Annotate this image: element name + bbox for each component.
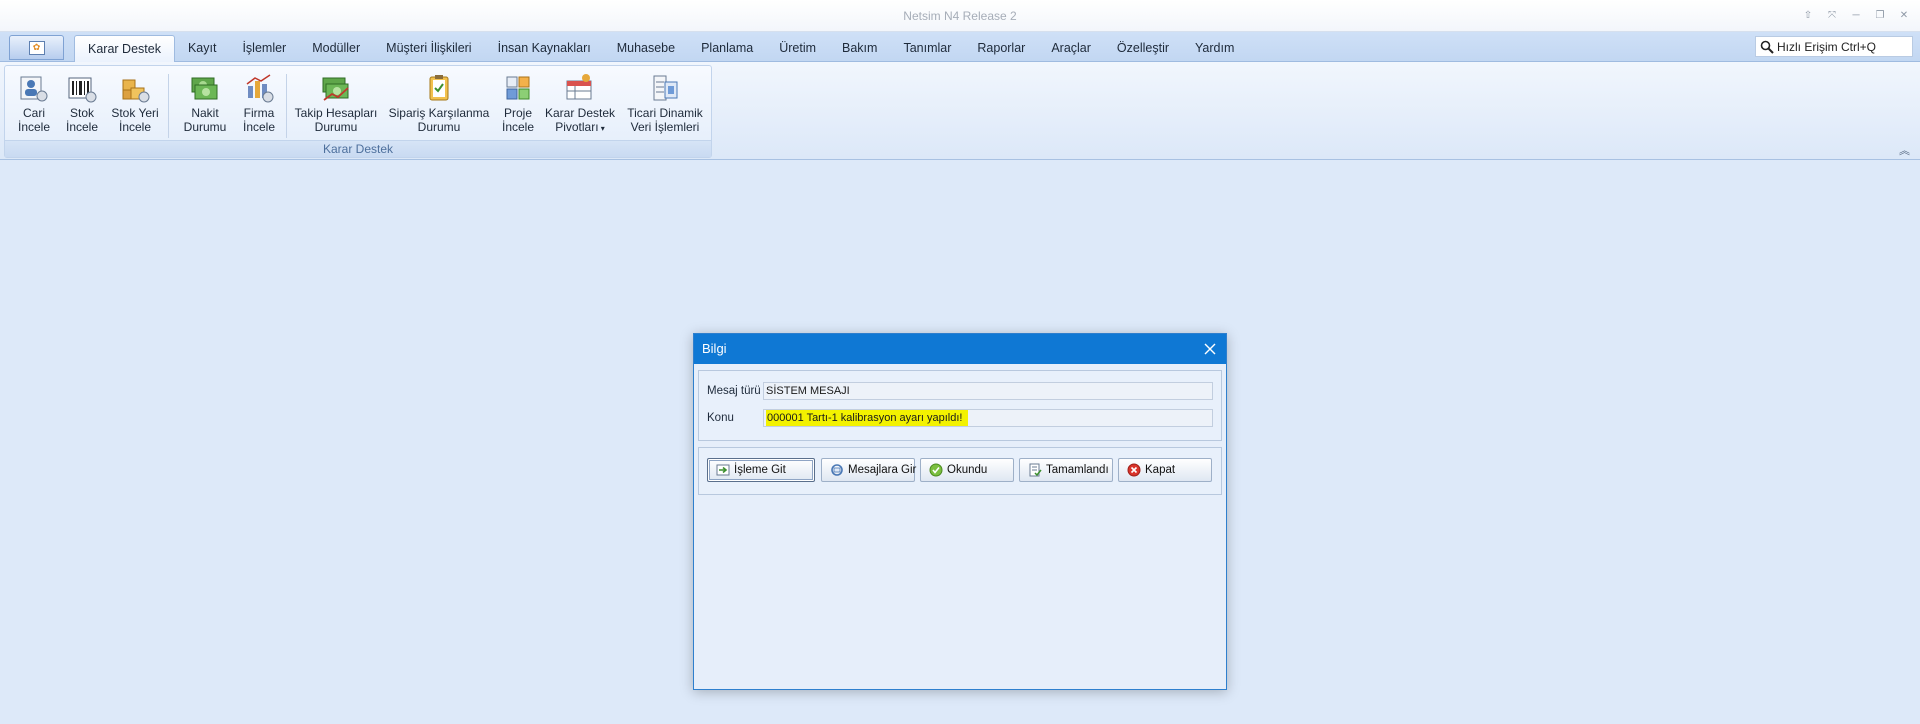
project-grid-icon	[506, 76, 530, 100]
mark-read-button[interactable]: Okundu	[920, 458, 1014, 482]
tab-islemler[interactable]: İşlemler	[229, 35, 299, 62]
karar-destek-pivotlari-button[interactable]: Karar Destek Pivotları ▾	[543, 68, 617, 142]
ribbon-separator	[286, 74, 287, 138]
ribbon-group-caption: Karar Destek	[5, 140, 711, 157]
subject-field[interactable]: 000001 Tartı-1 kalibrasyon ayarı yapıldı…	[763, 409, 1213, 427]
tab-insan-kaynaklari[interactable]: İnsan Kaynakları	[485, 35, 604, 62]
siparis-karsilanma-durumu-button[interactable]: Sipariş Karşılanma Durumu	[385, 68, 493, 142]
subject-row: Konu 000001 Tartı-1 kalibrasyon ayarı ya…	[707, 408, 1213, 428]
tab-karar-destek[interactable]: Karar Destek	[74, 35, 175, 63]
app-menu-icon: ✿	[28, 40, 45, 55]
tab-muhasebe[interactable]: Muhasebe	[604, 35, 688, 62]
tab-planlama[interactable]: Planlama	[688, 35, 766, 62]
stok-incele-button[interactable]: Stok İncele	[59, 68, 105, 142]
collapse-ribbon-icon[interactable]: ︽	[1899, 142, 1910, 158]
cari-incele-button[interactable]: Cari İncele	[9, 68, 59, 142]
tab-bakim[interactable]: Bakım	[829, 35, 890, 62]
message-details-panel: Mesaj türü SİSTEM MESAJI Konu 000001 Tar…	[698, 370, 1222, 441]
warehouse-boxes-icon	[122, 79, 150, 103]
tab-moduller[interactable]: Modüller	[299, 35, 373, 62]
maximize-icon[interactable]: ❐	[1870, 7, 1890, 23]
tab-yardim[interactable]: Yardım	[1182, 35, 1247, 62]
goto-operation-button[interactable]: İşleme Git	[707, 458, 815, 482]
message-type-label: Mesaj türü	[707, 385, 761, 397]
close-circle-icon	[1127, 463, 1141, 477]
ribbon-panel: Cari İncele Stok İncele Stok Yeri İncele…	[0, 62, 1920, 160]
tab-araclar[interactable]: Araçlar	[1038, 35, 1104, 62]
subject-label: Konu	[707, 412, 734, 424]
proje-incele-button[interactable]: Proje İncele	[495, 68, 541, 142]
message-type-field[interactable]: SİSTEM MESAJI	[763, 382, 1213, 400]
subject-value: 000001 Tartı-1 kalibrasyon ayarı yapıldı…	[766, 410, 969, 426]
goto-arrow-icon	[716, 464, 730, 476]
tab-ozellestir[interactable]: Özelleştir	[1104, 35, 1182, 62]
title-bar: Netsim N4 Release 2 ⇧ ⤧ ─ ❐ ✕	[0, 0, 1920, 32]
tab-uretim[interactable]: Üretim	[766, 35, 829, 62]
completed-button[interactable]: Tamamlandı	[1019, 458, 1113, 482]
tab-kayit[interactable]: Kayıt	[175, 35, 230, 62]
window-title: Netsim N4 Release 2	[903, 9, 1017, 23]
cash-icon	[191, 77, 218, 100]
clipboard-check-icon	[429, 75, 449, 101]
customer-card-icon	[20, 76, 48, 102]
info-dialog: Bilgi Mesaj türü SİSTEM MESAJI Konu 0000…	[693, 333, 1227, 690]
ribbon-separator	[168, 74, 169, 138]
dynamic-data-icon	[653, 75, 678, 101]
search-icon	[1760, 40, 1774, 54]
dialog-button-panel: İşleme Git Mesajlara Gir Okundu Tamamlan…	[698, 447, 1222, 495]
firma-incele-button[interactable]: Firma İncele	[233, 68, 285, 142]
close-icon[interactable]	[1202, 341, 1218, 357]
ribbon-tabs: Karar Destek Kayıt İşlemler Modüller Müş…	[74, 35, 1247, 63]
quick-access-search[interactable]: Hızlı Erişim Ctrl+Q	[1755, 36, 1913, 57]
pin-icon[interactable]: ⇧	[1798, 7, 1818, 23]
tab-musteri-iliskileri[interactable]: Müşteri İlişkileri	[373, 35, 484, 62]
check-circle-icon	[929, 463, 943, 477]
company-chart-icon	[246, 74, 274, 103]
messages-button[interactable]: Mesajlara Gir	[821, 458, 916, 482]
tab-raporlar[interactable]: Raporlar	[964, 35, 1038, 62]
minimize-icon[interactable]: ─	[1846, 7, 1866, 23]
dropdown-arrow-icon: ▾	[598, 124, 605, 133]
task-complete-icon	[1029, 463, 1042, 477]
ribbon-tab-bar: ✿ Karar Destek Kayıt İşlemler Modüller M…	[0, 32, 1920, 63]
refresh-messages-icon	[831, 464, 843, 476]
dialog-title-bar: Bilgi	[694, 334, 1226, 364]
message-type-row: Mesaj türü SİSTEM MESAJI	[707, 381, 1213, 401]
application-menu-button[interactable]: ✿	[9, 35, 64, 60]
stok-yeri-incele-button[interactable]: Stok Yeri İncele	[105, 68, 165, 142]
tracking-cash-icon	[322, 77, 349, 101]
tab-tanimlar[interactable]: Tanımlar	[890, 35, 964, 62]
ribbon-group-karar-destek: Cari İncele Stok İncele Stok Yeri İncele…	[4, 65, 712, 158]
ticari-dinamik-veri-islemleri-button[interactable]: Ticari Dinamik Veri İşlemleri	[621, 68, 709, 142]
quick-access-label: Hızlı Erişim Ctrl+Q	[1777, 39, 1876, 54]
pivot-table-icon	[566, 74, 592, 100]
takip-hesaplari-durumu-button[interactable]: Takip Hesapları Durumu	[291, 68, 381, 142]
dialog-title: Bilgi	[702, 341, 727, 356]
close-icon[interactable]: ✕	[1894, 7, 1914, 23]
close-button[interactable]: Kapat	[1118, 458, 1212, 482]
nakit-durumu-button[interactable]: Nakit Durumu	[177, 68, 233, 142]
window-controls: ⇧ ⤧ ─ ❐ ✕	[1798, 7, 1914, 23]
restore-small-icon[interactable]: ⤧	[1822, 7, 1842, 23]
barcode-icon	[68, 77, 97, 103]
